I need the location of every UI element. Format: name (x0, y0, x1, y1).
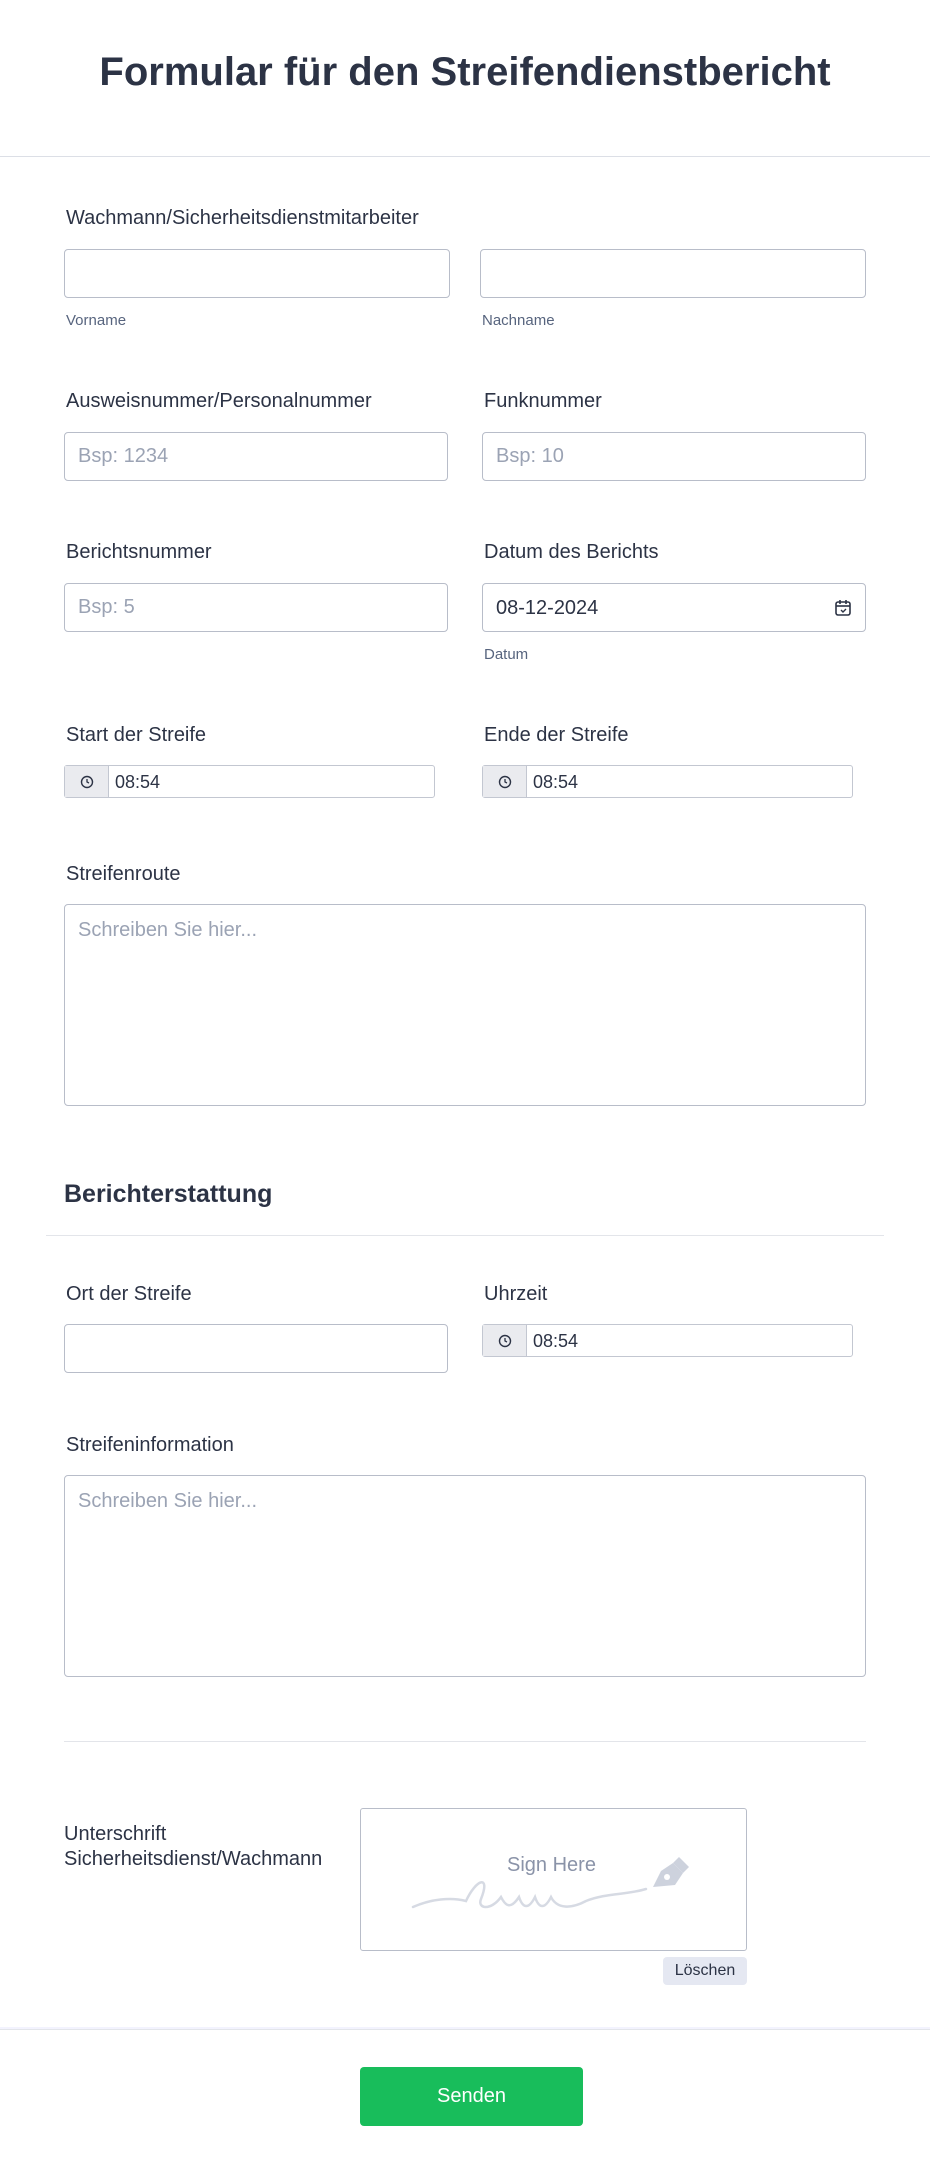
page-title: Formular für den Streifendienstbericht (99, 50, 831, 94)
clock-icon[interactable] (65, 766, 109, 797)
patrol-start-time[interactable]: 08:54 (64, 765, 435, 798)
guard-name-label: Wachmann/Sicherheitsdienstmitarbeiter (66, 207, 419, 229)
badge-number-label: Ausweisnummer/Personalnummer (66, 390, 372, 412)
time-value: 08:54 (533, 1331, 579, 1351)
pen-icon (653, 1857, 689, 1887)
location-input[interactable] (64, 1324, 448, 1373)
report-number-input[interactable] (64, 583, 448, 632)
radio-number-label: Funknummer (484, 390, 602, 412)
radio-number-input[interactable] (482, 432, 866, 481)
location-label: Ort der Streife (66, 1283, 192, 1305)
first-name-input[interactable] (64, 249, 450, 298)
patrol-start-label: Start der Streife (66, 724, 207, 746)
report-date-value: 08-12-2024 (496, 597, 599, 619)
clock-icon[interactable] (483, 1325, 527, 1356)
route-textarea[interactable] (64, 904, 866, 1106)
submit-button[interactable]: Senden (360, 2067, 583, 2126)
report-date-sublabel: Datum (484, 646, 529, 663)
reporting-section-title: Berichterstattung (64, 1180, 273, 1208)
last-name-sublabel: Nachname (482, 312, 555, 329)
section-divider (46, 1235, 884, 1236)
last-name-input[interactable] (480, 249, 866, 298)
form-header: Formular für den Streifendienstbericht (0, 0, 930, 157)
patrol-start-value: 08:54 (115, 772, 161, 792)
signature-label: Unterschrift Sicherheitsdienst/Wachmann (64, 1822, 322, 1872)
patrol-end-value: 08:54 (533, 772, 579, 792)
first-name-sublabel: Vorname (66, 312, 127, 329)
clock-icon[interactable] (483, 766, 527, 797)
patrol-end-time[interactable]: 08:54 (482, 765, 853, 798)
route-label: Streifenroute (66, 863, 181, 885)
signature-label-line2: Sicherheitsdienst/Wachmann (64, 1848, 323, 1870)
patrol-end-label: Ende der Streife (484, 724, 629, 746)
report-date-label: Datum des Berichts (484, 541, 659, 563)
signature-pad[interactable]: Sign Here (360, 1808, 747, 1951)
time-label: Uhrzeit (484, 1283, 548, 1305)
calendar-icon[interactable] (834, 599, 852, 617)
report-date-input[interactable]: 08-12-2024 (482, 583, 866, 632)
info-label: Streifeninformation (66, 1434, 234, 1456)
info-textarea[interactable] (64, 1475, 866, 1677)
badge-number-input[interactable] (64, 432, 448, 481)
time-input[interactable]: 08:54 (482, 1324, 853, 1357)
report-number-label: Berichtsnummer (66, 541, 212, 563)
signature-label-line1: Unterschrift (64, 1823, 167, 1845)
clear-signature-button[interactable]: Löschen (663, 1957, 747, 1985)
signature-divider (64, 1741, 866, 1742)
